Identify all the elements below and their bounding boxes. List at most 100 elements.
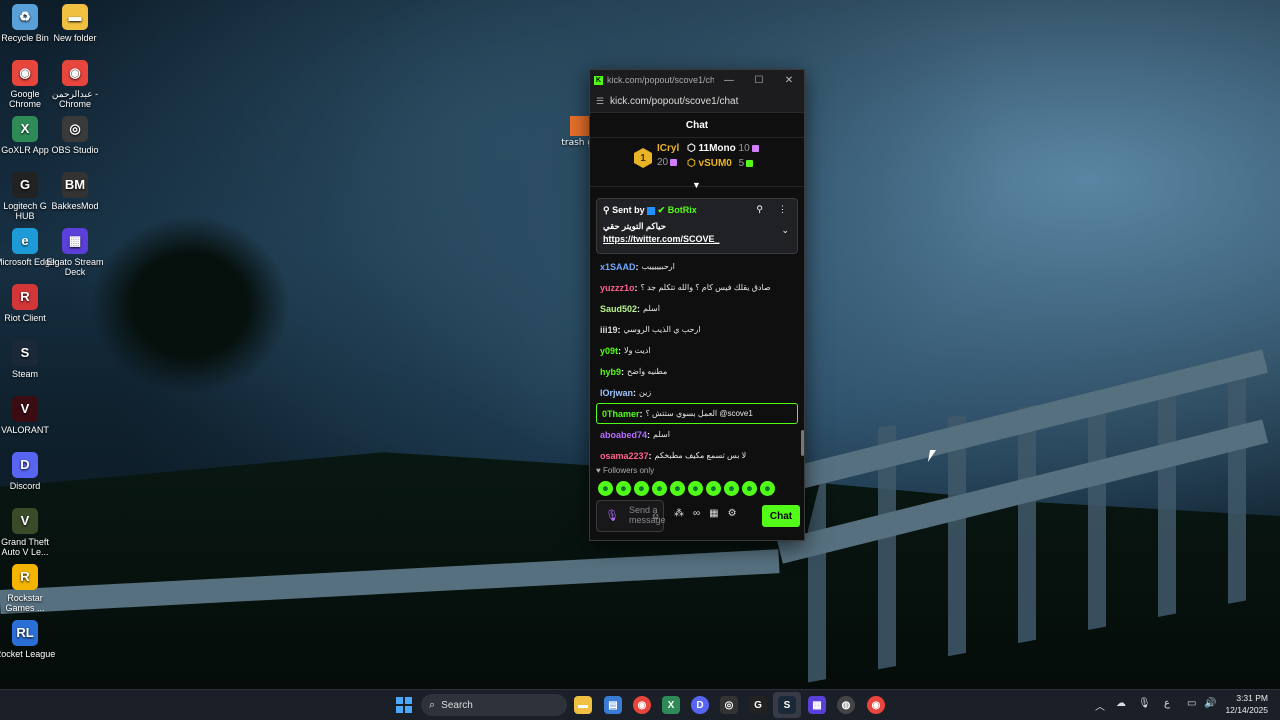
leader-first-name[interactable]: ICryl [657,143,679,154]
goxlr-icon[interactable]: X [662,696,680,714]
volume-icon[interactable]: 🔊 [1204,698,1216,709]
microphone-tray-icon[interactable]: 🎙 [1138,698,1151,709]
desktop-app-icon: ◎ [62,116,88,142]
chat-message: Saud502: اسلم [590,298,804,319]
maximize-icon[interactable]: ☐ [744,75,774,86]
desktop-app-icon: e [12,228,38,254]
emote-picker-icon[interactable]: ⁂ [674,508,684,519]
message-input[interactable]: 🎙 Send a message ☺ [596,500,666,532]
emoji-icon[interactable]: ☺ [651,511,660,521]
store-icon[interactable]: ▦ [709,508,718,519]
desktop-icon[interactable]: S Steam [0,340,56,379]
taskbar-search[interactable]: ⌕ Search [421,694,567,716]
desktop-icon[interactable]: V VALORANT [0,396,56,435]
desktop-icon-label: Elgato Stream Deck [46,257,104,277]
emote-icon[interactable]: ☻ [706,481,721,496]
desktop-app-icon: V [12,396,38,422]
network-icon[interactable]: ▭ [1187,698,1196,709]
leader-second[interactable]: ⬡ 11Mono 10 [687,143,759,154]
chevron-down-icon[interactable]: ⌄ [781,225,789,236]
filter-icon[interactable]: ▼ [692,180,701,190]
onedrive-icon[interactable]: ☁ [1116,698,1126,709]
chrome-profile-icon[interactable]: ◉ [867,696,885,714]
pinned-header: ⚲ Sent by ✔ BotRix [603,205,697,216]
emote-icon[interactable]: ☻ [616,481,631,496]
desktop-icon[interactable]: ◎ OBS Studio [44,116,106,155]
window-titlebar[interactable]: K kick.com/popout/scove1/ch... — ☐ ✕ [590,70,804,90]
unpin-icon[interactable]: ⚲ [756,204,763,215]
chat-message: iii19: ارحب ي الذيب الروسي [590,319,804,340]
pinned-text: حياكم التويتر حقي [603,221,667,231]
kick-emotes-icon[interactable]: ∞ [693,508,700,519]
chat-username[interactable]: hyb9 [600,367,621,377]
desktop-icon[interactable]: R Rockstar Games ... [0,564,56,613]
logitech-icon[interactable]: G [749,696,767,714]
address-bar[interactable]: ☰ kick.com/popout/scove1/chat [590,90,804,113]
file-explorer-icon[interactable]: ▬ [574,696,592,714]
send-chat-button[interactable]: Chat [762,505,800,527]
chat-username[interactable]: aboabed74 [600,430,647,440]
emote-icon[interactable]: ☻ [598,481,613,496]
chat-username[interactable]: iii19 [600,325,618,335]
site-settings-icon[interactable]: ☰ [590,96,610,107]
stream-deck-icon[interactable]: ▦ [808,696,826,714]
desktop-app-icon: ▦ [62,228,88,254]
desktop-icon[interactable]: D Discord [0,452,56,491]
wallpaper-tree [90,215,290,395]
emote-icon[interactable]: ☻ [724,481,739,496]
emote-icon[interactable]: ☻ [652,481,667,496]
chat-scrollbar[interactable] [801,430,804,456]
desktop-icon[interactable]: ▦ Elgato Stream Deck [44,228,106,277]
chat-separator: : [639,408,643,419]
minimize-icon[interactable]: — [714,75,744,86]
chat-separator: : [618,345,622,356]
chat-username[interactable]: lOrjwan [600,388,633,398]
close-icon[interactable]: ✕ [774,75,804,86]
chat-username[interactable]: yuzzz1o [600,283,635,293]
pinned-link[interactable]: https://twitter.com/SCOVE_ [603,234,720,244]
pinned-bot-name[interactable]: BotRix [668,205,697,215]
desktop-icon[interactable]: ◉ عبدالرحمن - Chrome [44,60,106,109]
chat-username[interactable]: y09t [600,346,618,356]
chat-header: Chat [590,113,804,138]
emote-icon[interactable]: ☻ [760,481,775,496]
desktop-icon[interactable]: ▬ New folder [44,4,106,43]
emote-icon[interactable]: ☻ [634,481,649,496]
chat-separator: : [635,261,639,272]
settings-icon[interactable]: ⚙ [728,508,737,519]
chat-username[interactable]: osama2237 [600,451,649,461]
desktop-icon[interactable]: V Grand Theft Auto V Le... [0,508,56,557]
leader-third[interactable]: ⬡ vSUM0 5 [687,158,754,169]
chat-username[interactable]: Saud502 [600,304,637,314]
desktop-icon[interactable]: RL Rocket League [0,620,56,659]
obs-icon[interactable]: ◎ [720,696,738,714]
taskbar-clock[interactable]: 3:31 PM 12/14/2025 [1225,692,1268,716]
chat-messages: x1SAAD: ارحبيييييب yuzzz1o: صادق يقلك فيس ك… [590,256,804,466]
desktop-icon[interactable]: BM BakkesMod [44,172,106,211]
desktop-icon-label: Steam [11,369,38,379]
store-app-icon[interactable]: ▤ [604,696,622,714]
desktop-icon[interactable]: R Riot Client [0,284,56,323]
chat-message: hyb9: مطنيه واضح [590,361,804,382]
emote-icon[interactable]: ☻ [688,481,703,496]
emote-icon[interactable]: ☻ [670,481,685,496]
emote-bar: ☻ ☻ ☻ ☻ ☻ ☻ ☻ ☻ ☻ ☻ [598,481,775,496]
desktop-app-icon: S [12,340,38,366]
chat-separator: : [634,282,638,293]
discord-icon[interactable]: D [691,696,709,714]
microphone-icon[interactable]: 🎙 [605,509,619,522]
chrome-icon[interactable]: ◉ [633,696,651,714]
start-button[interactable] [396,697,412,713]
chat-username[interactable]: 0Thamer [602,409,640,419]
chat-username[interactable]: x1SAAD [600,262,636,272]
desktop-icon-label: Rockstar Games ... [5,593,45,613]
chat-message: yuzzz1o: صادق يقلك فيس كام ؟ والله تتكلم … [590,277,804,298]
more-options-icon[interactable]: ⋮ [778,204,787,215]
rank-badge: 1 [634,148,652,168]
emote-icon[interactable]: ☻ [742,481,757,496]
steelseries-icon[interactable]: ◍ [837,696,855,714]
tray-chevron-icon[interactable]: ︿ [1095,698,1105,713]
chat-message: 0Thamer: العمل بسوي ستتش ؟ @scove1 [596,403,798,424]
input-language[interactable]: ع [1164,698,1170,709]
steam-icon[interactable]: S [778,696,796,714]
